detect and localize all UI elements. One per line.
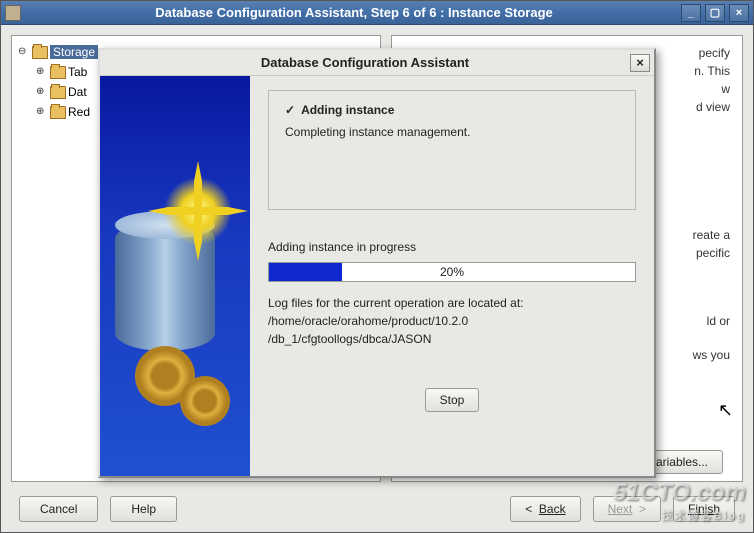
tree-label: Tab	[68, 65, 87, 79]
dialog-content: ✓Adding instance Completing instance man…	[250, 76, 654, 476]
folder-icon	[32, 46, 48, 59]
tree-label: Dat	[68, 85, 87, 99]
tree-label-storage: Storage	[50, 45, 98, 59]
status-heading: ✓Adding instance	[285, 103, 619, 117]
next-button[interactable]: Next >	[593, 496, 661, 522]
dialog-titlebar: Database Configuration Assistant ×	[100, 50, 654, 76]
progress-dialog: Database Configuration Assistant × ✓Addi…	[98, 48, 656, 478]
tree-label: Red	[68, 105, 90, 119]
log-line: /db_1/cfgtoollogs/dbca/JASON	[268, 330, 636, 348]
status-box: ✓Adding instance Completing instance man…	[268, 90, 636, 210]
stop-button[interactable]: Stop	[425, 388, 480, 412]
titlebar: Database Configuration Assistant, Step 6…	[1, 1, 753, 25]
progress-fill	[269, 263, 342, 281]
progress-label: Adding instance in progress	[268, 240, 636, 254]
log-location: Log files for the current operation are …	[268, 294, 636, 348]
finish-button[interactable]: Finish	[673, 496, 735, 522]
expand-icon[interactable]: ⊕	[36, 66, 48, 78]
folder-icon	[50, 106, 66, 119]
folder-icon	[50, 66, 66, 79]
wizard-nav: Cancel Help < Back Next > Finish	[19, 496, 735, 522]
dialog-illustration	[100, 76, 250, 476]
minimize-button[interactable]: _	[681, 4, 701, 22]
star-icon	[158, 171, 238, 251]
window-title: Database Configuration Assistant, Step 6…	[27, 5, 681, 20]
dialog-title: Database Configuration Assistant	[100, 55, 630, 70]
folder-icon	[50, 86, 66, 99]
back-button[interactable]: < Back	[510, 496, 580, 522]
progress-bar: 20%	[268, 262, 636, 282]
close-button[interactable]: ×	[729, 4, 749, 22]
dialog-close-button[interactable]: ×	[630, 54, 650, 72]
log-line: /home/oracle/orahome/product/10.2.0	[268, 312, 636, 330]
expand-icon[interactable]: ⊕	[36, 86, 48, 98]
cancel-button[interactable]: Cancel	[19, 496, 98, 522]
help-button[interactable]: Help	[110, 496, 177, 522]
collapse-icon[interactable]: ⊖	[18, 46, 30, 58]
expand-icon[interactable]: ⊕	[36, 106, 48, 118]
log-line: Log files for the current operation are …	[268, 294, 636, 312]
progress-percent: 20%	[440, 265, 464, 279]
app-icon	[5, 5, 21, 21]
status-detail: Completing instance management.	[285, 125, 619, 139]
maximize-button[interactable]: ▢	[705, 4, 725, 22]
check-icon: ✓	[285, 103, 295, 117]
gear-icon	[180, 376, 230, 426]
